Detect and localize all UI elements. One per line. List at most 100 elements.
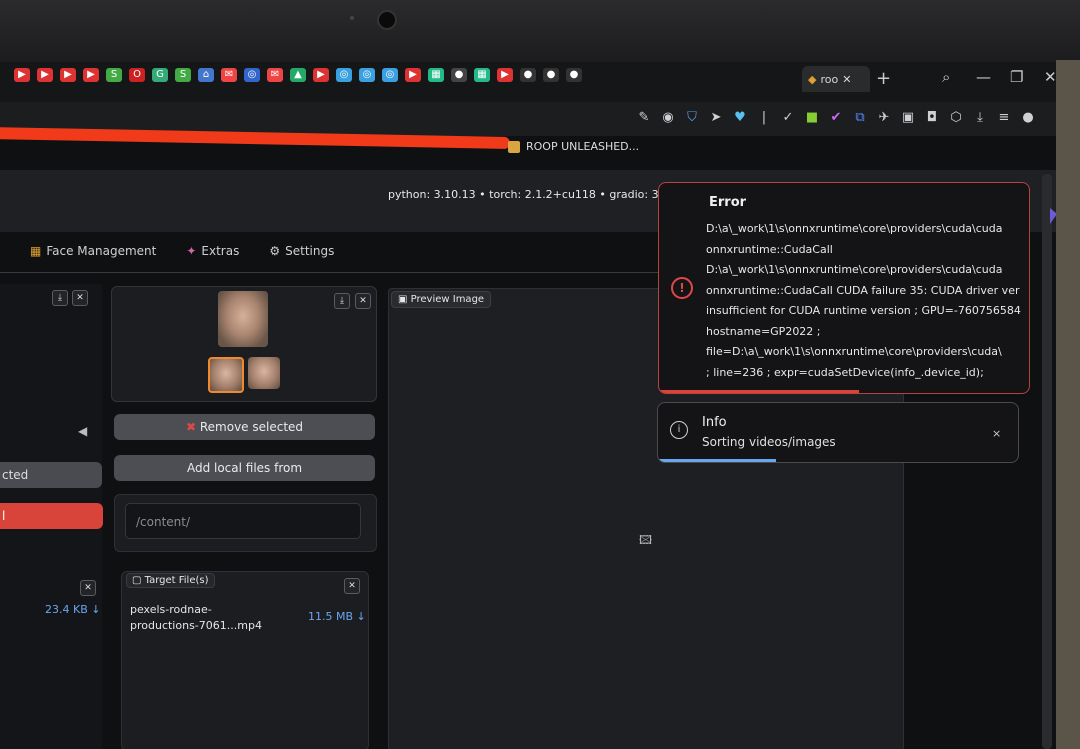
active-tab-title: roo bbox=[820, 72, 839, 86]
bookmark-roop[interactable]: ROOP UNLEASHED... bbox=[508, 140, 639, 153]
face-thumbnail[interactable] bbox=[248, 357, 280, 389]
download-button[interactable]: ⤓ bbox=[52, 290, 68, 306]
close-window-icon[interactable]: ✕ bbox=[1044, 68, 1056, 86]
active-tab[interactable]: ◆ roo ✕ bbox=[802, 66, 870, 92]
maximize-icon[interactable]: ❐ bbox=[1010, 68, 1023, 86]
remove-selected-button[interactable]: ✖ Remove selected bbox=[114, 414, 375, 440]
screenshot-icon[interactable]: ◘ bbox=[924, 110, 940, 125]
target-file-name[interactable]: pexels-rodnae-productions-7061...mp4 bbox=[130, 602, 280, 634]
profile-avatar-icon[interactable]: ● bbox=[1020, 110, 1036, 125]
error-line: D:\a\_work\1\s\onnxruntime\core\provider… bbox=[706, 222, 1003, 235]
circle-tab-icon[interactable]: ● bbox=[451, 68, 467, 82]
close-button[interactable]: ✕ bbox=[355, 293, 371, 309]
send-icon[interactable]: ➤ bbox=[708, 110, 724, 125]
youtube-tab-icon[interactable]: ▶ bbox=[37, 68, 53, 82]
version-info: python: 3.10.13 • torch: 2.1.2+cu118 • g… bbox=[388, 188, 687, 201]
office-tab-icon[interactable]: O bbox=[129, 68, 145, 82]
collapse-arrow-icon[interactable]: ◀ bbox=[78, 424, 87, 438]
tab-close-icon[interactable]: ✕ bbox=[842, 73, 851, 86]
faces-gallery: ⤓ ✕ bbox=[111, 286, 377, 402]
tab-label: Settings bbox=[285, 244, 335, 258]
clear-button[interactable]: ✕ bbox=[80, 580, 96, 596]
edit-icon[interactable]: ✎ bbox=[636, 110, 652, 125]
camera-icon[interactable]: ◉ bbox=[660, 110, 676, 125]
tab-extras[interactable]: ✦ Extras bbox=[186, 244, 239, 258]
chrome-tab-icon[interactable]: ◎ bbox=[244, 68, 260, 82]
youtube-tab-icon[interactable]: ▶ bbox=[313, 68, 329, 82]
tab-divider bbox=[0, 272, 700, 273]
sheets-tab-icon[interactable]: ▦ bbox=[474, 68, 490, 82]
target-file-size[interactable]: 11.5 MB ↓ bbox=[308, 610, 366, 623]
webcam bbox=[377, 10, 397, 30]
extension-purple-icon[interactable]: ✔ bbox=[828, 110, 844, 125]
selected-button[interactable]: cted bbox=[0, 462, 102, 488]
image-icon: ▣ bbox=[398, 294, 408, 305]
shield-icon[interactable]: ⛉ bbox=[684, 110, 700, 125]
page-scrollbar[interactable] bbox=[1042, 174, 1052, 749]
info-icon: i bbox=[670, 421, 688, 439]
mail-tab-icon[interactable]: ✉ bbox=[221, 68, 237, 82]
error-title: Error bbox=[709, 195, 747, 210]
folder-path-input[interactable]: /content/ bbox=[125, 503, 361, 539]
error-line: insufficient for CUDA runtime version ; … bbox=[706, 304, 1021, 317]
extension-green-icon[interactable]: ■ bbox=[804, 110, 820, 125]
grid-icon: ▦ bbox=[30, 244, 42, 258]
cube-icon[interactable]: ⬡ bbox=[948, 110, 964, 125]
minimize-icon[interactable]: — bbox=[976, 68, 991, 86]
youtube-tab-icon[interactable]: ▶ bbox=[14, 68, 30, 82]
info-toast: i Info Sorting videos/images × bbox=[657, 402, 1019, 463]
image-placeholder-icon: 🖾 bbox=[639, 533, 653, 547]
red-action-button[interactable]: l bbox=[0, 503, 103, 529]
face-thumbnail-selected[interactable] bbox=[208, 357, 244, 393]
file-size[interactable]: 23.4 KB ↓ bbox=[45, 603, 100, 616]
youtube-tab-icon[interactable]: ▶ bbox=[83, 68, 99, 82]
google-tab-icon[interactable]: G bbox=[152, 68, 168, 82]
chrome-tab-icon[interactable]: ◎ bbox=[382, 68, 398, 82]
path-panel: /content/ bbox=[114, 494, 377, 552]
youtube-tab-icon[interactable]: ▶ bbox=[60, 68, 76, 82]
chrome-tab-icon[interactable]: ◎ bbox=[359, 68, 375, 82]
add-local-files-button[interactable]: Add local files from bbox=[114, 455, 375, 481]
laptop-bezel bbox=[0, 0, 1080, 62]
github-tab-icon[interactable]: ● bbox=[543, 68, 559, 82]
clear-button[interactable]: ✕ bbox=[72, 290, 88, 306]
sensor-dot bbox=[350, 16, 354, 20]
youtube-tab-icon[interactable]: ▶ bbox=[405, 68, 421, 82]
github-tab-icon[interactable]: ● bbox=[566, 68, 582, 82]
rocket-icon[interactable]: ✈ bbox=[876, 110, 892, 125]
error-icon: ! bbox=[671, 277, 693, 299]
tab-face-management[interactable]: ▦ Face Management bbox=[30, 244, 156, 258]
github-tab-icon[interactable]: ● bbox=[520, 68, 536, 82]
mail-tab-icon[interactable]: ✉ bbox=[267, 68, 283, 82]
download-button[interactable]: ⤓ bbox=[334, 293, 350, 309]
x-icon: ✖ bbox=[185, 420, 197, 434]
error-line: D:\a\_work\1\s\onnxruntime\core\provider… bbox=[706, 263, 1003, 276]
error-line: onnxruntime::CudaCall bbox=[706, 242, 833, 256]
file-icon: ▢ bbox=[132, 575, 142, 586]
drive-tab-icon[interactable]: ▲ bbox=[290, 68, 306, 82]
sheets-tab-icon[interactable]: ▦ bbox=[428, 68, 444, 82]
pdf-icon[interactable]: ▣ bbox=[900, 110, 916, 125]
roop-tab-icon: ◆ bbox=[808, 72, 817, 86]
info-message: Sorting videos/images bbox=[702, 435, 836, 449]
close-icon[interactable]: × bbox=[992, 427, 1001, 440]
target-files-panel: ▢ Target File(s) ✕ pexels-rodnae-product… bbox=[121, 571, 369, 749]
new-tab-button[interactable]: + bbox=[876, 68, 891, 89]
check-icon[interactable]: ✓ bbox=[780, 110, 796, 125]
bookmark-label: ROOP UNLEASHED... bbox=[526, 140, 640, 153]
extras-icon: ✦ bbox=[186, 244, 197, 258]
youtube-tab-icon[interactable]: ▶ bbox=[497, 68, 513, 82]
translate-icon[interactable]: ⧉ bbox=[852, 110, 868, 125]
preview-label: ▣ Preview Image bbox=[391, 291, 492, 308]
tab-settings[interactable]: ⚙ Settings bbox=[269, 244, 334, 258]
menu-list-icon[interactable]: ≡ bbox=[996, 110, 1012, 125]
roop-bookmark-icon bbox=[508, 140, 520, 153]
clear-target-button[interactable]: ✕ bbox=[344, 578, 360, 594]
heart-icon[interactable]: ♥ bbox=[732, 110, 748, 125]
chrome-tab-icon[interactable]: ◎ bbox=[336, 68, 352, 82]
shopify-tab-icon[interactable]: S bbox=[106, 68, 122, 82]
search-tabs-icon[interactable]: ⌕ bbox=[942, 68, 950, 86]
download-icon[interactable]: ⤓ bbox=[972, 110, 988, 125]
shopify-tab-icon[interactable]: S bbox=[175, 68, 191, 82]
home-tab-icon[interactable]: ⌂ bbox=[198, 68, 214, 82]
